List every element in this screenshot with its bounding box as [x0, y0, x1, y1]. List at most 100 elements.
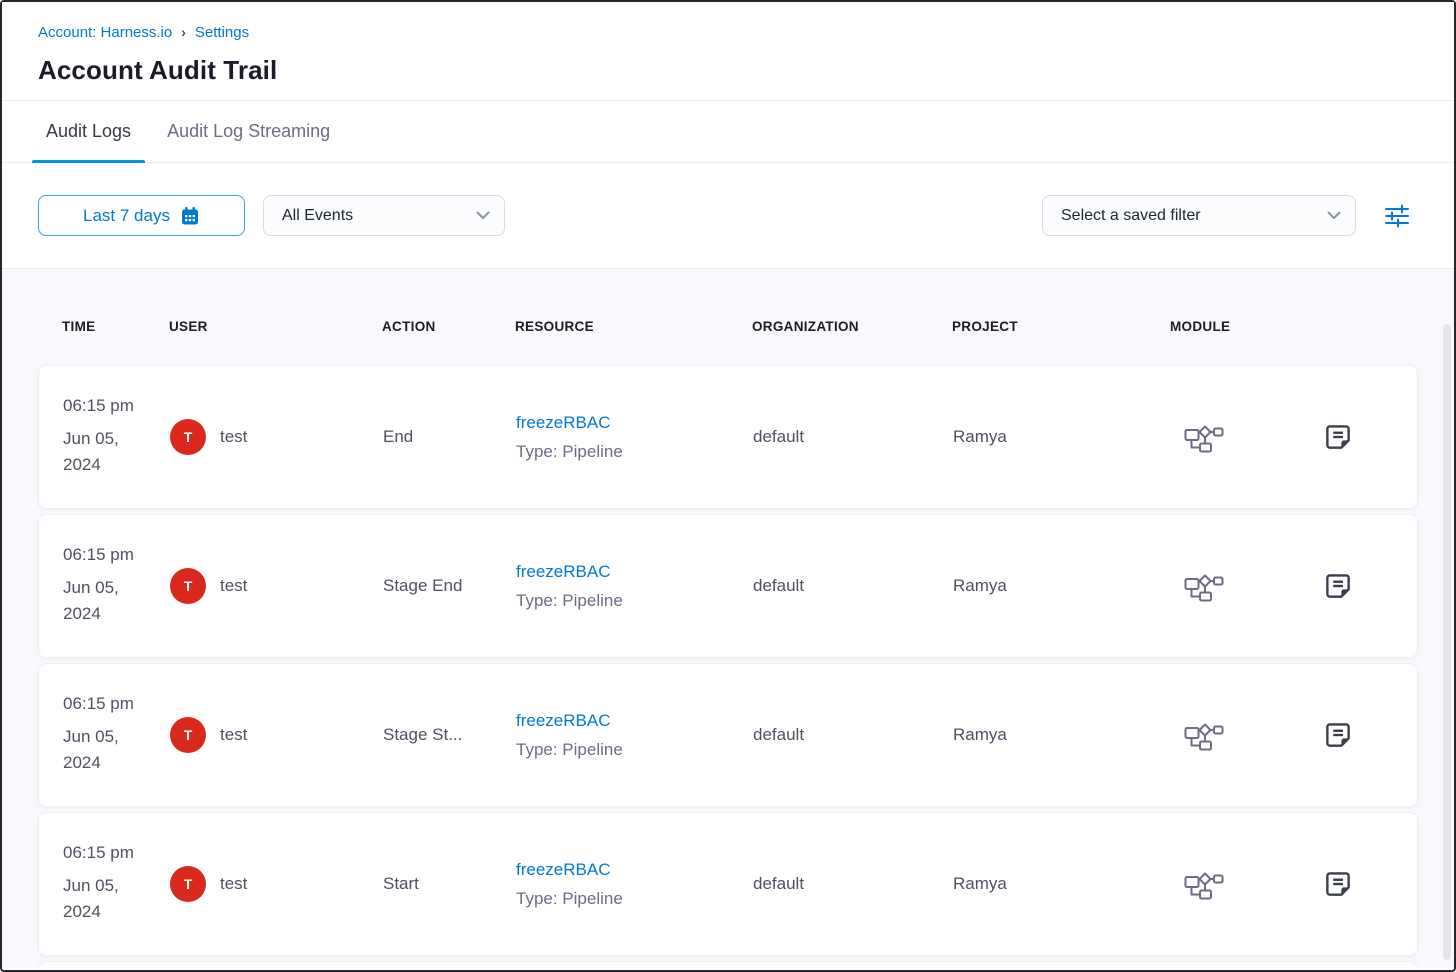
- events-dropdown-value: All Events: [282, 207, 353, 225]
- filter-settings-button[interactable]: [1384, 204, 1410, 228]
- audit-log-table: TIME USER ACTION RESOURCE ORGANIZATION P…: [2, 269, 1454, 968]
- event-time: 06:15 pm: [63, 545, 170, 565]
- saved-filter-value: Select a saved filter: [1061, 207, 1201, 225]
- user-avatar: T: [170, 419, 206, 455]
- table-header-row: TIME USER ACTION RESOURCE ORGANIZATION P…: [38, 269, 1418, 334]
- column-header-action: ACTION: [382, 319, 515, 334]
- page-header: Account: Harness.io › Settings Account A…: [2, 2, 1454, 100]
- tab-audit-log-streaming[interactable]: Audit Log Streaming: [153, 101, 344, 162]
- note-button[interactable]: [1323, 720, 1353, 750]
- pipeline-icon: [1184, 571, 1287, 602]
- note-button[interactable]: [1323, 571, 1353, 601]
- page-title: Account Audit Trail: [38, 55, 1418, 86]
- table-row[interactable]: 06:15 pm Jun 05, 2024 T test End freezeR…: [38, 365, 1418, 509]
- notes-cell: [1287, 869, 1405, 899]
- user-name: test: [220, 576, 247, 596]
- note-icon: [1323, 422, 1353, 452]
- organization-cell: default: [753, 725, 953, 745]
- column-header-organization: ORGANIZATION: [752, 319, 952, 334]
- account-audit-trail-page: { "breadcrumb": { "account_link": "Accou…: [0, 0, 1456, 972]
- user-cell: T test: [170, 568, 383, 604]
- pipeline-icon: [1184, 720, 1287, 751]
- resource-type: Type: Pipeline: [516, 889, 753, 909]
- organization-cell: default: [753, 427, 953, 447]
- user-cell: T test: [170, 866, 383, 902]
- module-cell: [1171, 869, 1287, 900]
- notes-cell: [1287, 720, 1405, 750]
- table-row[interactable]: 06:15 pm Jun 05, 2024 T test Stage St...…: [38, 663, 1418, 807]
- user-cell: T test: [170, 717, 383, 753]
- chevron-right-icon: ›: [181, 24, 186, 40]
- note-icon: [1323, 720, 1353, 750]
- resource-type: Type: Pipeline: [516, 442, 753, 462]
- saved-filter-dropdown[interactable]: Select a saved filter: [1042, 195, 1356, 236]
- event-date: Jun 05, 2024: [63, 575, 143, 628]
- event-time: 06:15 pm: [63, 396, 170, 416]
- event-date: Jun 05, 2024: [63, 873, 143, 926]
- table-row[interactable]: 06:15 pm Jun 05, 2024 T test Stage End f…: [38, 514, 1418, 658]
- project-cell: Ramya: [953, 576, 1171, 596]
- column-header-resource: RESOURCE: [515, 319, 752, 334]
- user-avatar: T: [170, 568, 206, 604]
- resource-cell: freezeRBAC Type: Pipeline: [516, 711, 753, 760]
- resource-link[interactable]: freezeRBAC: [516, 711, 610, 731]
- note-icon: [1323, 869, 1353, 899]
- time-cell: 06:15 pm Jun 05, 2024: [63, 396, 170, 479]
- user-cell: T test: [170, 419, 383, 455]
- chevron-down-icon: [476, 211, 490, 220]
- resource-type: Type: Pipeline: [516, 591, 753, 611]
- breadcrumb-account-link[interactable]: Account: Harness.io: [38, 24, 172, 41]
- column-header-project: PROJECT: [952, 319, 1170, 334]
- breadcrumb: Account: Harness.io › Settings: [38, 24, 1418, 41]
- notes-cell: [1287, 571, 1405, 601]
- time-cell: 06:15 pm Jun 05, 2024: [63, 545, 170, 628]
- event-time: 06:15 pm: [63, 694, 170, 714]
- time-cell: 06:15 pm Jun 05, 2024: [63, 843, 170, 926]
- project-cell: Ramya: [953, 725, 1171, 745]
- event-date: Jun 05, 2024: [63, 724, 143, 777]
- organization-cell: default: [753, 576, 953, 596]
- module-cell: [1171, 720, 1287, 751]
- note-button[interactable]: [1323, 422, 1353, 452]
- module-cell: [1171, 422, 1287, 453]
- module-cell: [1171, 571, 1287, 602]
- user-avatar: T: [170, 866, 206, 902]
- note-button[interactable]: [1323, 869, 1353, 899]
- table-row[interactable]: 06:15 pm Jun 05, 2024 T test Start freez…: [38, 812, 1418, 956]
- user-name: test: [220, 725, 247, 745]
- time-cell: 06:15 pm Jun 05, 2024: [63, 694, 170, 777]
- pipeline-icon: [1184, 422, 1287, 453]
- tab-bar: Audit Logs Audit Log Streaming: [2, 100, 1454, 163]
- resource-link[interactable]: freezeRBAC: [516, 562, 610, 582]
- column-header-module: MODULE: [1170, 319, 1286, 334]
- date-range-button[interactable]: Last 7 days: [38, 195, 245, 236]
- filter-bar: Last 7 days All Events Select a saved fi: [2, 163, 1454, 269]
- resource-cell: freezeRBAC Type: Pipeline: [516, 562, 753, 611]
- column-header-user: USER: [169, 319, 382, 334]
- resource-cell: freezeRBAC Type: Pipeline: [516, 860, 753, 909]
- notes-cell: [1287, 422, 1405, 452]
- action-cell: End: [383, 427, 516, 447]
- calendar-icon: [180, 206, 200, 226]
- action-cell: Stage End: [383, 576, 516, 596]
- table-body: 06:15 pm Jun 05, 2024 T test End freezeR…: [38, 365, 1418, 956]
- breadcrumb-settings-link[interactable]: Settings: [195, 24, 249, 41]
- tab-audit-logs[interactable]: Audit Logs: [32, 101, 145, 162]
- user-name: test: [220, 874, 247, 894]
- project-cell: Ramya: [953, 427, 1171, 447]
- chevron-down-icon: [1327, 211, 1341, 220]
- pipeline-icon: [1184, 869, 1287, 900]
- table-row-partial[interactable]: [38, 961, 1418, 968]
- user-name: test: [220, 427, 247, 447]
- project-cell: Ramya: [953, 874, 1171, 894]
- resource-type: Type: Pipeline: [516, 740, 753, 760]
- vertical-scrollbar[interactable]: [1443, 324, 1451, 960]
- action-cell: Stage St...: [383, 725, 516, 745]
- organization-cell: default: [753, 874, 953, 894]
- date-range-label: Last 7 days: [83, 206, 170, 226]
- column-header-time: TIME: [62, 319, 169, 334]
- event-date: Jun 05, 2024: [63, 426, 143, 479]
- events-dropdown[interactable]: All Events: [263, 195, 505, 236]
- resource-link[interactable]: freezeRBAC: [516, 860, 610, 880]
- resource-link[interactable]: freezeRBAC: [516, 413, 610, 433]
